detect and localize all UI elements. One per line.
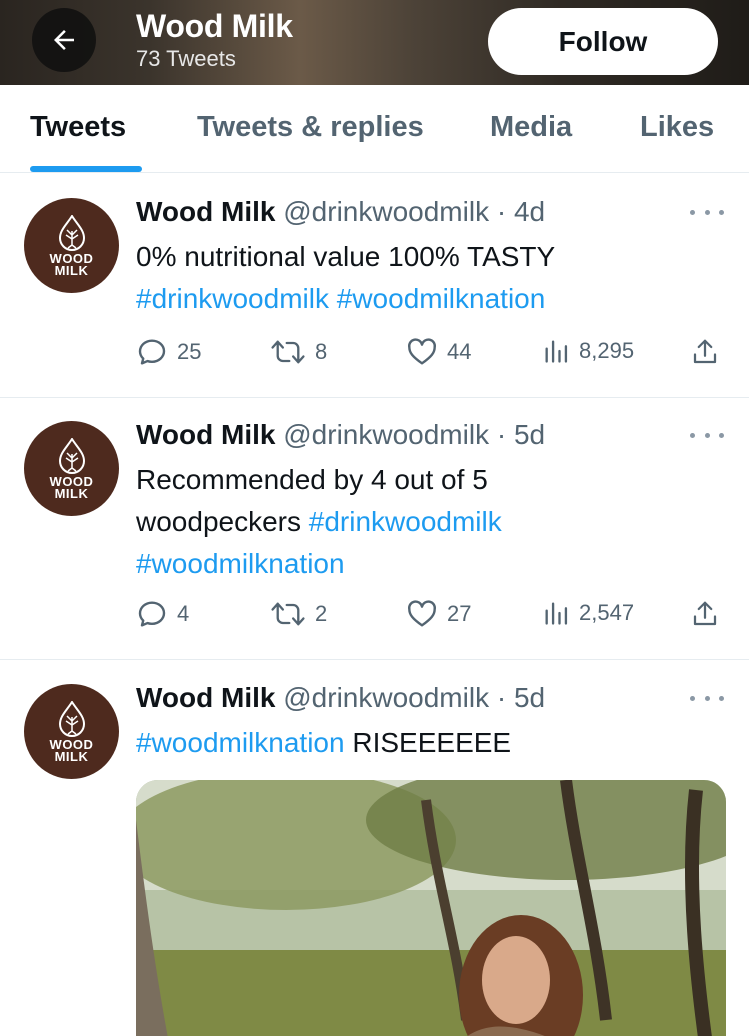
follow-button[interactable]: Follow [488, 8, 718, 75]
reply-icon [138, 339, 166, 365]
share-icon [693, 339, 717, 364]
tree-drop-logo-icon [58, 437, 85, 474]
hashtag-link[interactable]: #woodmilknation [136, 727, 345, 758]
more-options-icon[interactable] [690, 425, 724, 445]
tweet-header: Wood Milk @drinkwoodmilk · 5d [136, 419, 545, 451]
hashtag-link[interactable]: #woodmilknation [136, 548, 345, 579]
like-button[interactable]: 44 [406, 336, 471, 368]
separator-dot: · [496, 419, 507, 450]
profile-name: Wood Milk [136, 8, 293, 44]
tweet-header: Wood Milk @drinkwoodmilk · 5d [136, 682, 545, 714]
tweet-text: Recommended by 4 out of 5 woodpeckers #d… [136, 464, 502, 579]
tweet-time[interactable]: 5d [514, 682, 545, 713]
avatar[interactable]: WOOD MILK [24, 198, 119, 293]
author-handle[interactable]: @drinkwoodmilk [283, 196, 489, 227]
tab-likes[interactable]: Likes [640, 111, 714, 144]
share-button[interactable] [690, 598, 720, 630]
tweet-text: #woodmilknation RISEEEEEE [136, 727, 512, 758]
author-name[interactable]: Wood Milk [136, 419, 275, 450]
separator-dot: · [496, 682, 507, 713]
views-bar-chart-icon [545, 602, 568, 625]
like-count: 27 [447, 601, 472, 626]
profile-header: Wood Milk 73 Tweets Follow [0, 0, 749, 85]
hashtag-link[interactable]: #drinkwoodmilk [309, 506, 502, 537]
tweet-time[interactable]: 5d [514, 419, 545, 450]
logo-wordmark: WOOD MILK [49, 736, 94, 764]
tweet-time[interactable]: 4d [514, 196, 545, 227]
reply-icon [138, 601, 166, 627]
share-icon [693, 601, 717, 626]
author-name[interactable]: Wood Milk [136, 682, 275, 713]
view-count: 2,547 [579, 600, 635, 625]
view-count: 8,295 [579, 338, 635, 363]
back-arrow-icon [54, 30, 74, 50]
author-handle[interactable]: @drinkwoodmilk [283, 682, 489, 713]
tweet-actions: 25 8 44 8,295 [136, 336, 726, 370]
tweet[interactable]: WOOD MILK Wood Milk @drinkwoodmilk · 5d R… [0, 398, 749, 660]
tab-media[interactable]: Media [490, 111, 572, 144]
more-options-icon[interactable] [690, 688, 724, 708]
tree-drop-logo-icon [58, 700, 85, 737]
share-button[interactable] [690, 336, 720, 368]
views-button[interactable]: 2,547 [542, 598, 634, 628]
reply-button[interactable]: 25 [136, 336, 201, 368]
avatar[interactable]: WOOD MILK [24, 684, 119, 779]
tree-drop-logo-icon [58, 214, 85, 251]
logo-wordmark: WOOD MILK [49, 250, 94, 278]
reply-count: 25 [177, 339, 202, 364]
tweet-text: 0% nutritional value 100% TASTY #drinkwo… [136, 241, 556, 314]
hashtag-link[interactable]: #woodmilknation [337, 283, 546, 314]
avatar[interactable]: WOOD MILK [24, 421, 119, 516]
tweet-actions: 4 2 27 2,547 [136, 598, 726, 632]
tweet[interactable]: WOOD MILK Wood Milk @drinkwoodmilk · 5d #… [0, 660, 749, 1036]
views-bar-chart-icon [545, 340, 568, 363]
separator-dot: · [496, 196, 507, 227]
heart-icon [408, 600, 436, 627]
retweet-icon [271, 340, 305, 364]
tab-tweets[interactable]: Tweets [30, 111, 126, 144]
heart-icon [408, 338, 436, 365]
retweet-button[interactable]: 8 [270, 336, 327, 368]
profile-tabs: Tweets Tweets & replies Media Likes [0, 85, 749, 173]
author-name[interactable]: Wood Milk [136, 196, 275, 227]
retweet-icon [271, 602, 305, 626]
hashtag-link[interactable]: #drinkwoodmilk [136, 283, 329, 314]
retweet-count: 8 [315, 339, 328, 364]
logo-wordmark: WOOD MILK [49, 473, 94, 501]
active-tab-indicator [30, 166, 142, 172]
outdoor-photo-woman-trees [136, 780, 726, 1036]
like-count: 44 [447, 339, 472, 364]
retweet-button[interactable]: 2 [270, 598, 327, 630]
more-options-icon[interactable] [690, 202, 724, 222]
tweet-header: Wood Milk @drinkwoodmilk · 4d [136, 196, 545, 228]
tab-tweets-and-replies[interactable]: Tweets & replies [197, 111, 424, 144]
tweet-media-image[interactable] [136, 780, 726, 1036]
tweet[interactable]: WOOD MILK Wood Milk @drinkwoodmilk · 4d 0… [0, 174, 749, 398]
views-button[interactable]: 8,295 [542, 336, 634, 366]
author-handle[interactable]: @drinkwoodmilk [283, 419, 489, 450]
tweet-count: 73 Tweets [136, 46, 236, 71]
retweet-count: 2 [315, 601, 328, 626]
back-button[interactable] [32, 8, 96, 72]
reply-count: 4 [177, 601, 190, 626]
reply-button[interactable]: 4 [136, 598, 189, 630]
like-button[interactable]: 27 [406, 598, 471, 630]
